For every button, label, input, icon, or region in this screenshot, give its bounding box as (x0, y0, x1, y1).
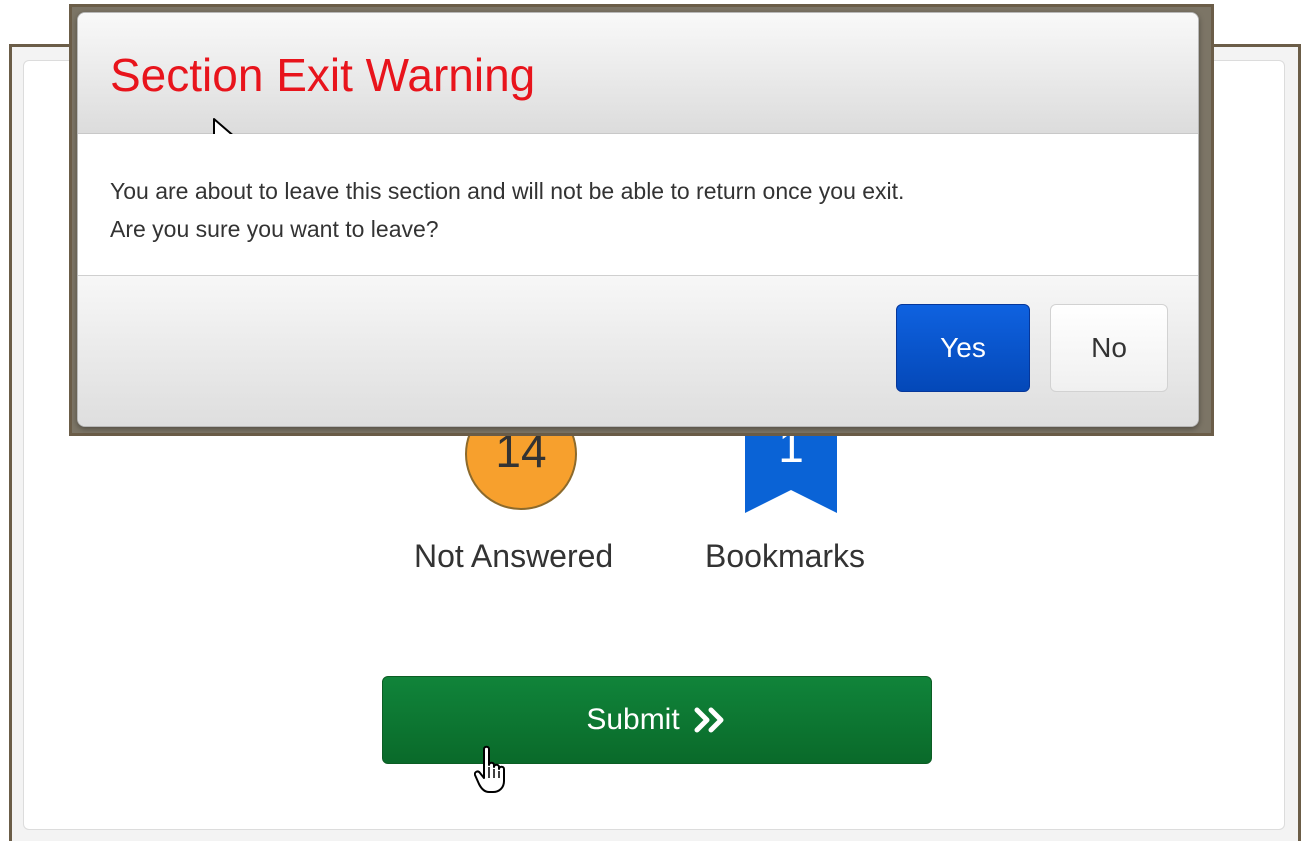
dialog-body: You are about to leave this section and … (78, 134, 1198, 274)
modal-overlay-frame: Section Exit Warning You are about to le… (69, 4, 1214, 436)
double-chevron-right-icon (694, 707, 724, 733)
dialog-title: Section Exit Warning (110, 49, 536, 101)
hand-pointer-cursor-icon (474, 745, 505, 793)
dialog-message-line-1: You are about to leave this section and … (110, 178, 905, 204)
dialog-footer: Yes No (78, 275, 1198, 426)
submit-button[interactable]: Submit (382, 676, 932, 764)
section-exit-dialog: Section Exit Warning You are about to le… (77, 12, 1199, 427)
dialog-message-line-2: Are you sure you want to leave? (110, 216, 439, 242)
no-button[interactable]: No (1050, 304, 1168, 392)
yes-button[interactable]: Yes (896, 304, 1030, 392)
bookmarks-label: Bookmarks (705, 538, 866, 574)
not-answered-label: Not Answered (414, 538, 614, 574)
submit-label: Submit (586, 703, 680, 736)
dialog-message: You are about to leave this section and … (110, 172, 904, 248)
dialog-header: Section Exit Warning (78, 13, 1198, 134)
